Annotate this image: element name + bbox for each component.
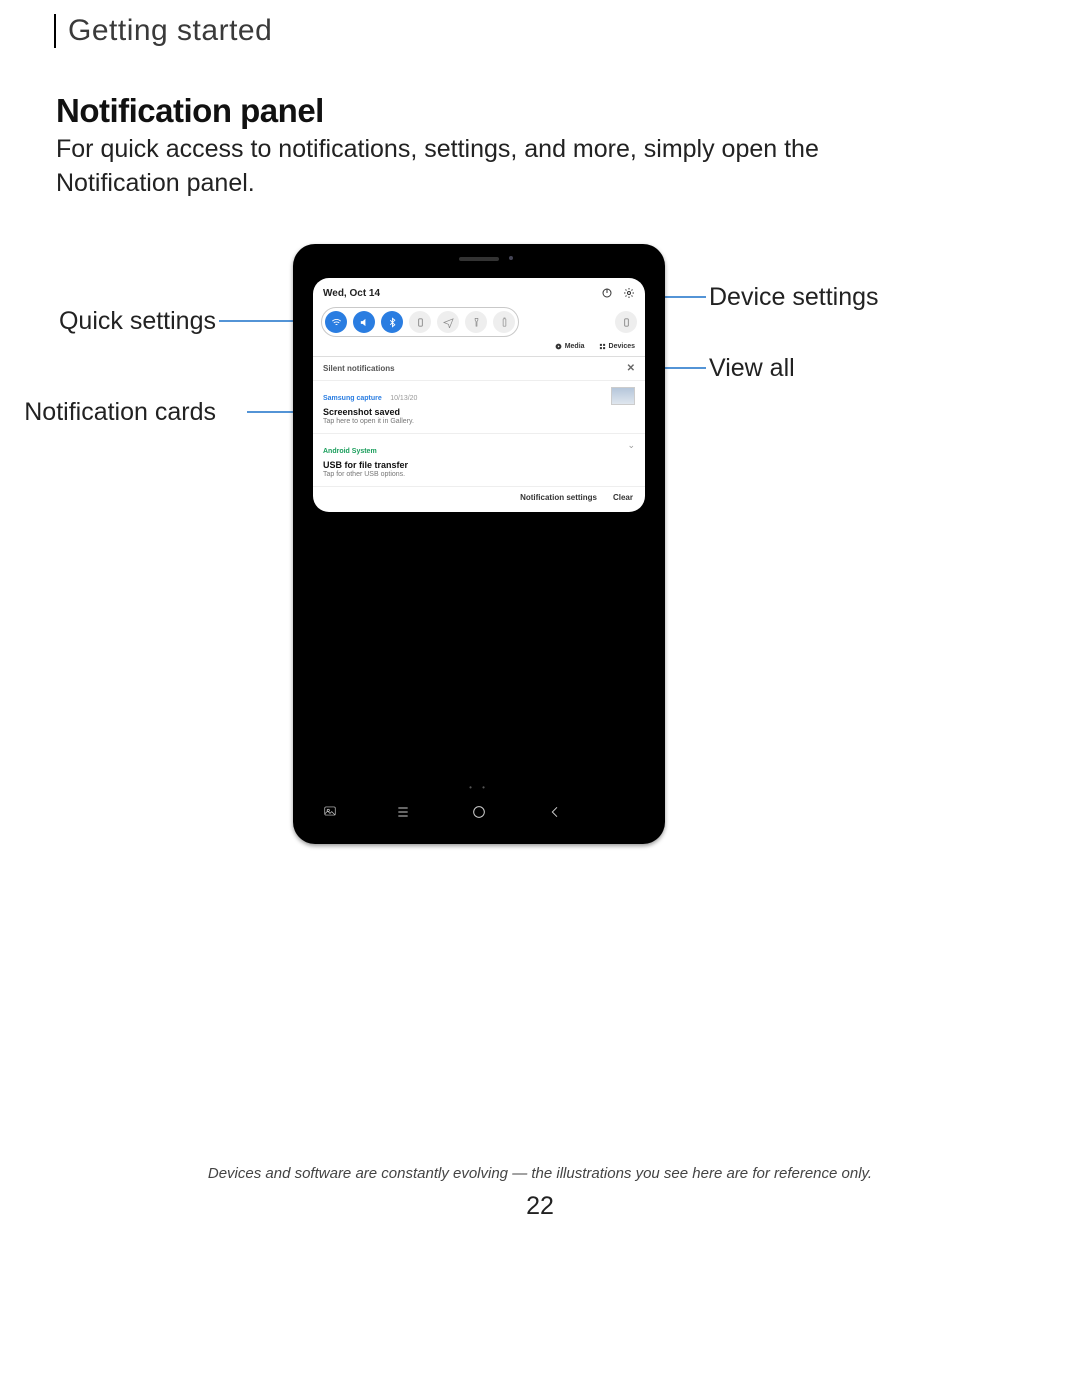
chevron-down-icon[interactable]: ⌄ [627, 440, 635, 451]
callout-device-settings: Device settings [709, 283, 879, 312]
card-app-name: Samsung capture [323, 395, 382, 402]
silent-label: Silent notifications [323, 364, 395, 373]
notification-card[interactable]: Samsung capture 10/13/20 Screenshot save… [313, 380, 645, 433]
close-icon[interactable]: ✕ [627, 363, 635, 374]
power-icon[interactable] [601, 287, 613, 299]
nav-bar [305, 804, 653, 820]
flashlight-toggle[interactable] [465, 311, 487, 333]
gear-icon[interactable] [623, 287, 635, 299]
card-app-name: Android System [323, 448, 377, 455]
disclaimer-text: Devices and software are constantly evol… [0, 1165, 1080, 1182]
callout-quick-settings: Quick settings [59, 307, 216, 336]
back-icon[interactable] [547, 804, 563, 820]
tablet-speaker [459, 257, 499, 261]
notification-settings-button[interactable]: Notification settings [520, 493, 597, 502]
media-label: Media [565, 343, 585, 350]
media-button[interactable]: Media [555, 343, 585, 350]
secure-folder-toggle[interactable] [615, 311, 637, 333]
wifi-toggle[interactable] [325, 311, 347, 333]
quick-settings-pill [321, 307, 519, 337]
tablet-sensor [509, 256, 513, 260]
card-date: 10/13/20 [390, 395, 417, 402]
clear-button[interactable]: Clear [613, 493, 633, 502]
tablet-screen: Wed, Oct 14 Media [305, 272, 653, 828]
devices-label: Devices [609, 343, 635, 350]
quick-settings-row [313, 305, 645, 343]
power-saving-toggle[interactable] [493, 311, 515, 333]
panel-footer: Notification settings Clear [313, 486, 645, 512]
tablet-illustration: Wed, Oct 14 Media [293, 244, 665, 844]
panel-header: Wed, Oct 14 [313, 278, 645, 305]
callout-notification-cards: Notification cards [24, 398, 216, 427]
card-subtitle: Tap here to open it in Gallery. [323, 418, 417, 425]
page-indicator-dots: • • [305, 783, 653, 792]
notification-panel: Wed, Oct 14 Media [313, 278, 645, 512]
sound-toggle[interactable] [353, 311, 375, 333]
page-heading: Notification panel [56, 92, 324, 130]
card-title: Screenshot saved [323, 407, 417, 417]
intro-paragraph: For quick access to notifications, setti… [56, 133, 896, 201]
rotation-toggle[interactable] [409, 311, 431, 333]
airplane-toggle[interactable] [437, 311, 459, 333]
page-number: 22 [0, 1192, 1080, 1221]
home-icon[interactable] [471, 804, 487, 820]
card-subtitle: Tap for other USB options. [323, 471, 408, 478]
section-tab: Getting started [54, 14, 272, 48]
notification-card[interactable]: Android System USB for file transfer Tap… [313, 433, 645, 486]
card-title: USB for file transfer [323, 460, 408, 470]
card-thumbnail [611, 387, 635, 405]
devices-button[interactable]: Devices [599, 343, 635, 350]
callout-view-all: View all [709, 354, 795, 383]
panel-date: Wed, Oct 14 [323, 288, 380, 299]
silent-notifications-header: Silent notifications ✕ [313, 356, 645, 380]
bluetooth-toggle[interactable] [381, 311, 403, 333]
panel-sub-row: Media Devices [313, 343, 645, 356]
recents-icon[interactable] [395, 804, 411, 820]
